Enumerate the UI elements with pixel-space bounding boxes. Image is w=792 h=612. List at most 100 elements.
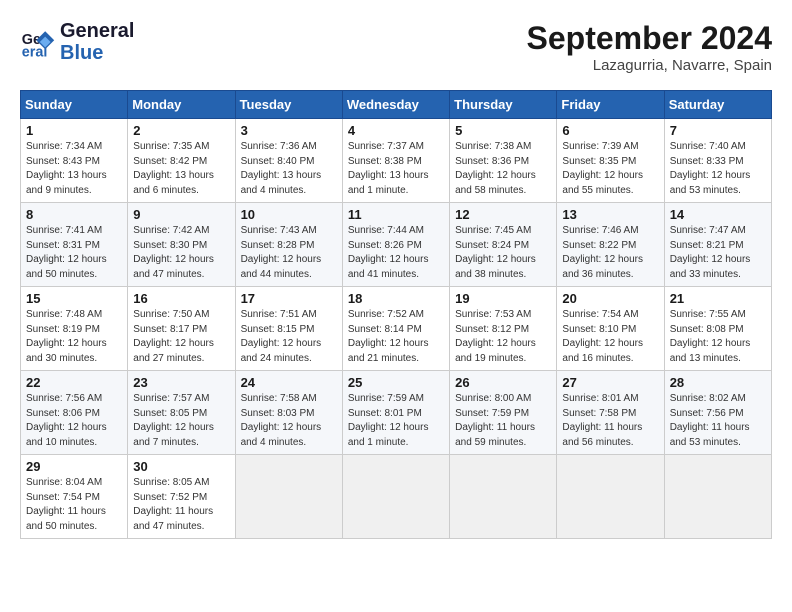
- day-number: 11: [348, 207, 444, 222]
- day-info: Sunrise: 7:57 AM Sunset: 8:05 PM Dayligh…: [133, 392, 229, 450]
- page-header: Gen eral General Blue September 2024 Laz…: [20, 20, 772, 74]
- day-number: 25: [348, 375, 444, 390]
- day-number: 24: [241, 375, 337, 390]
- day-info: Sunrise: 7:34 AM Sunset: 8:43 PM Dayligh…: [26, 140, 122, 198]
- header-wednesday: Wednesday: [342, 91, 449, 119]
- day-info: Sunrise: 7:53 AM Sunset: 8:12 PM Dayligh…: [455, 308, 551, 366]
- day-info: Sunrise: 7:52 AM Sunset: 8:14 PM Dayligh…: [348, 308, 444, 366]
- day-info: Sunrise: 7:47 AM Sunset: 8:21 PM Dayligh…: [670, 224, 766, 282]
- calendar-cell: 26 Sunrise: 8:00 AM Sunset: 7:59 PM Dayli…: [450, 371, 557, 455]
- day-info: Sunrise: 7:44 AM Sunset: 8:26 PM Dayligh…: [348, 224, 444, 282]
- calendar-cell: 23 Sunrise: 7:57 AM Sunset: 8:05 PM Dayli…: [128, 371, 235, 455]
- header-friday: Friday: [557, 91, 664, 119]
- day-number: 1: [26, 123, 122, 138]
- day-info: Sunrise: 7:41 AM Sunset: 8:31 PM Dayligh…: [26, 224, 122, 282]
- calendar-cell: 16Sunrise: 7:50 AM Sunset: 8:17 PM Dayli…: [128, 287, 235, 371]
- day-info: Sunrise: 7:35 AM Sunset: 8:42 PM Dayligh…: [133, 140, 229, 198]
- calendar-cell: 5 Sunrise: 7:38 AM Sunset: 8:36 PM Daylig…: [450, 119, 557, 203]
- logo-text-line2: Blue: [60, 42, 134, 64]
- calendar-cell: [664, 455, 771, 539]
- day-number: 6: [562, 123, 658, 138]
- calendar-cell: 21 Sunrise: 7:55 AM Sunset: 8:08 PM Dayli…: [664, 287, 771, 371]
- week-row-3: 15Sunrise: 7:48 AM Sunset: 8:19 PM Dayli…: [21, 287, 772, 371]
- calendar-cell: 12 Sunrise: 7:45 AM Sunset: 8:24 PM Dayli…: [450, 203, 557, 287]
- day-number: 7: [670, 123, 766, 138]
- calendar-cell: 20 Sunrise: 7:54 AM Sunset: 8:10 PM Dayli…: [557, 287, 664, 371]
- header-tuesday: Tuesday: [235, 91, 342, 119]
- calendar-cell: 27 Sunrise: 8:01 AM Sunset: 7:58 PM Dayli…: [557, 371, 664, 455]
- calendar-cell: 19 Sunrise: 7:53 AM Sunset: 8:12 PM Dayli…: [450, 287, 557, 371]
- day-number: 12: [455, 207, 551, 222]
- calendar-cell: 9 Sunrise: 7:42 AM Sunset: 8:30 PM Daylig…: [128, 203, 235, 287]
- calendar-cell: 2 Sunrise: 7:35 AM Sunset: 8:42 PM Daylig…: [128, 119, 235, 203]
- day-info: Sunrise: 8:05 AM Sunset: 7:52 PM Dayligh…: [133, 476, 229, 534]
- day-number: 14: [670, 207, 766, 222]
- calendar-cell: 18 Sunrise: 7:52 AM Sunset: 8:14 PM Dayli…: [342, 287, 449, 371]
- day-number: 9: [133, 207, 229, 222]
- week-row-4: 22 Sunrise: 7:56 AM Sunset: 8:06 PM Dayli…: [21, 371, 772, 455]
- day-info: Sunrise: 8:02 AM Sunset: 7:56 PM Dayligh…: [670, 392, 766, 450]
- day-info: Sunrise: 8:04 AM Sunset: 7:54 PM Dayligh…: [26, 476, 122, 534]
- day-info: Sunrise: 7:48 AM Sunset: 8:19 PM Dayligh…: [26, 308, 122, 366]
- day-number: 19: [455, 291, 551, 306]
- day-number: 17: [241, 291, 337, 306]
- calendar-cell: 6 Sunrise: 7:39 AM Sunset: 8:35 PM Daylig…: [557, 119, 664, 203]
- day-number: 22: [26, 375, 122, 390]
- calendar-cell: 1 Sunrise: 7:34 AM Sunset: 8:43 PM Daylig…: [21, 119, 128, 203]
- calendar-cell: 8Sunrise: 7:41 AM Sunset: 8:31 PM Daylig…: [21, 203, 128, 287]
- day-number: 30: [133, 459, 229, 474]
- day-info: Sunrise: 7:50 AM Sunset: 8:17 PM Dayligh…: [133, 308, 229, 366]
- week-row-2: 8Sunrise: 7:41 AM Sunset: 8:31 PM Daylig…: [21, 203, 772, 287]
- day-info: Sunrise: 7:54 AM Sunset: 8:10 PM Dayligh…: [562, 308, 658, 366]
- day-info: Sunrise: 7:37 AM Sunset: 8:38 PM Dayligh…: [348, 140, 444, 198]
- calendar-cell: 17 Sunrise: 7:51 AM Sunset: 8:15 PM Dayli…: [235, 287, 342, 371]
- logo: Gen eral General Blue: [20, 20, 134, 64]
- day-info: Sunrise: 7:42 AM Sunset: 8:30 PM Dayligh…: [133, 224, 229, 282]
- day-number: 23: [133, 375, 229, 390]
- calendar-cell: 25 Sunrise: 7:59 AM Sunset: 8:01 PM Dayli…: [342, 371, 449, 455]
- day-number: 27: [562, 375, 658, 390]
- day-number: 20: [562, 291, 658, 306]
- day-number: 5: [455, 123, 551, 138]
- day-info: Sunrise: 7:38 AM Sunset: 8:36 PM Dayligh…: [455, 140, 551, 198]
- week-row-5: 29Sunrise: 8:04 AM Sunset: 7:54 PM Dayli…: [21, 455, 772, 539]
- day-info: Sunrise: 7:56 AM Sunset: 8:06 PM Dayligh…: [26, 392, 122, 450]
- calendar-cell: 10 Sunrise: 7:43 AM Sunset: 8:28 PM Dayli…: [235, 203, 342, 287]
- day-number: 28: [670, 375, 766, 390]
- logo-icon: Gen eral: [20, 24, 56, 60]
- day-info: Sunrise: 7:40 AM Sunset: 8:33 PM Dayligh…: [670, 140, 766, 198]
- day-number: 13: [562, 207, 658, 222]
- day-info: Sunrise: 7:46 AM Sunset: 8:22 PM Dayligh…: [562, 224, 658, 282]
- day-info: Sunrise: 8:00 AM Sunset: 7:59 PM Dayligh…: [455, 392, 551, 450]
- calendar-cell: 29Sunrise: 8:04 AM Sunset: 7:54 PM Dayli…: [21, 455, 128, 539]
- day-info: Sunrise: 7:59 AM Sunset: 8:01 PM Dayligh…: [348, 392, 444, 450]
- header-monday: Monday: [128, 91, 235, 119]
- week-row-1: 1 Sunrise: 7:34 AM Sunset: 8:43 PM Daylig…: [21, 119, 772, 203]
- day-number: 2: [133, 123, 229, 138]
- day-info: Sunrise: 7:55 AM Sunset: 8:08 PM Dayligh…: [670, 308, 766, 366]
- title-block: September 2024 Lazagurria, Navarre, Spai…: [527, 20, 772, 74]
- calendar-cell: 11 Sunrise: 7:44 AM Sunset: 8:26 PM Dayli…: [342, 203, 449, 287]
- calendar-cell: [450, 455, 557, 539]
- calendar-cell: 13 Sunrise: 7:46 AM Sunset: 8:22 PM Dayli…: [557, 203, 664, 287]
- day-info: Sunrise: 7:43 AM Sunset: 8:28 PM Dayligh…: [241, 224, 337, 282]
- day-number: 26: [455, 375, 551, 390]
- day-number: 10: [241, 207, 337, 222]
- day-info: Sunrise: 7:39 AM Sunset: 8:35 PM Dayligh…: [562, 140, 658, 198]
- day-number: 4: [348, 123, 444, 138]
- calendar-cell: 22 Sunrise: 7:56 AM Sunset: 8:06 PM Dayli…: [21, 371, 128, 455]
- day-info: Sunrise: 7:51 AM Sunset: 8:15 PM Dayligh…: [241, 308, 337, 366]
- calendar-cell: 3Sunrise: 7:36 AM Sunset: 8:40 PM Daylig…: [235, 119, 342, 203]
- day-number: 21: [670, 291, 766, 306]
- logo-text-line1: General: [60, 20, 134, 42]
- header-thursday: Thursday: [450, 91, 557, 119]
- calendar-cell: 14 Sunrise: 7:47 AM Sunset: 8:21 PM Dayli…: [664, 203, 771, 287]
- weekday-header-row: Sunday Monday Tuesday Wednesday Thursday…: [21, 91, 772, 119]
- location: Lazagurria, Navarre, Spain: [527, 57, 772, 74]
- day-info: Sunrise: 7:45 AM Sunset: 8:24 PM Dayligh…: [455, 224, 551, 282]
- day-info: Sunrise: 8:01 AM Sunset: 7:58 PM Dayligh…: [562, 392, 658, 450]
- day-info: Sunrise: 7:36 AM Sunset: 8:40 PM Dayligh…: [241, 140, 337, 198]
- calendar-cell: [342, 455, 449, 539]
- calendar-cell: 15Sunrise: 7:48 AM Sunset: 8:19 PM Dayli…: [21, 287, 128, 371]
- day-number: 18: [348, 291, 444, 306]
